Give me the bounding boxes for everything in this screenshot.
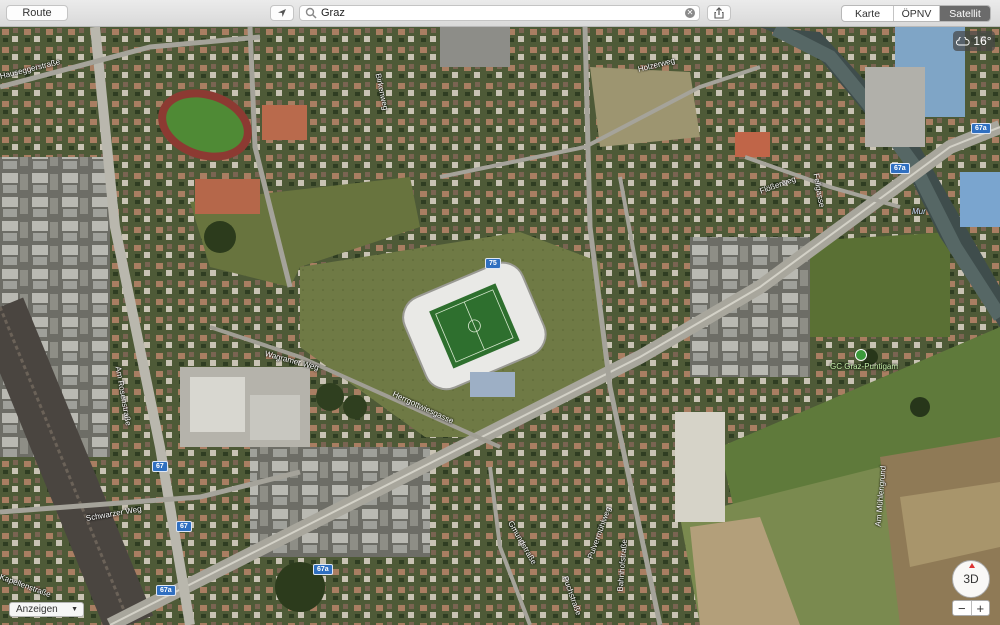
display-select[interactable]: Anzeigen ▼ bbox=[9, 602, 84, 617]
route-shield: 67a bbox=[890, 163, 910, 174]
weather-badge: 16° bbox=[953, 31, 995, 51]
zoom-control: − + bbox=[952, 600, 990, 616]
chevron-down-icon: ▼ bbox=[71, 606, 78, 613]
share-icon[interactable] bbox=[707, 5, 731, 21]
display-select-label: Anzeigen bbox=[16, 604, 58, 615]
route-shield: 67a bbox=[971, 123, 991, 134]
temperature: 16° bbox=[973, 34, 992, 48]
zoom-out-button[interactable]: − bbox=[953, 601, 972, 615]
clear-icon[interactable]: ✕ bbox=[685, 8, 695, 18]
mode-satellit[interactable]: Satellit bbox=[940, 6, 990, 21]
route-shield: 67a bbox=[156, 585, 176, 596]
search-input[interactable] bbox=[321, 7, 681, 19]
zoom-in-button[interactable]: + bbox=[972, 601, 990, 615]
route-shield: 67 bbox=[176, 521, 192, 532]
satellite-map[interactable]: Hauseggerstraße Birkenweg Holzerweg Flöß… bbox=[0, 27, 1000, 625]
route-button[interactable]: Route bbox=[6, 5, 68, 21]
water-label: Mur bbox=[912, 207, 926, 216]
route-shield: 75 bbox=[485, 258, 501, 269]
poi-label: GC Graz-Puntigam bbox=[830, 362, 899, 371]
cloud-icon bbox=[956, 36, 971, 45]
compass-needle-icon bbox=[969, 563, 975, 568]
search-icon bbox=[305, 7, 317, 19]
satellite-imagery[interactable] bbox=[0, 27, 1000, 625]
route-shield: 67 bbox=[152, 461, 168, 472]
location-arrow-icon[interactable] bbox=[270, 5, 294, 21]
mode-oepnv[interactable]: ÖPNV bbox=[894, 6, 940, 21]
golf-icon[interactable] bbox=[855, 349, 867, 361]
mode-karte[interactable]: Karte bbox=[842, 6, 894, 21]
search-field[interactable]: ✕ bbox=[299, 5, 700, 21]
compass-label: 3D bbox=[963, 572, 979, 586]
compass-3d-button[interactable]: 3D bbox=[952, 560, 990, 598]
map-mode-control: Karte ÖPNV Satellit bbox=[841, 5, 991, 22]
toolbar: Route ✕ Karte ÖPNV Satellit bbox=[0, 0, 1000, 27]
route-shield: 67a bbox=[313, 564, 333, 575]
